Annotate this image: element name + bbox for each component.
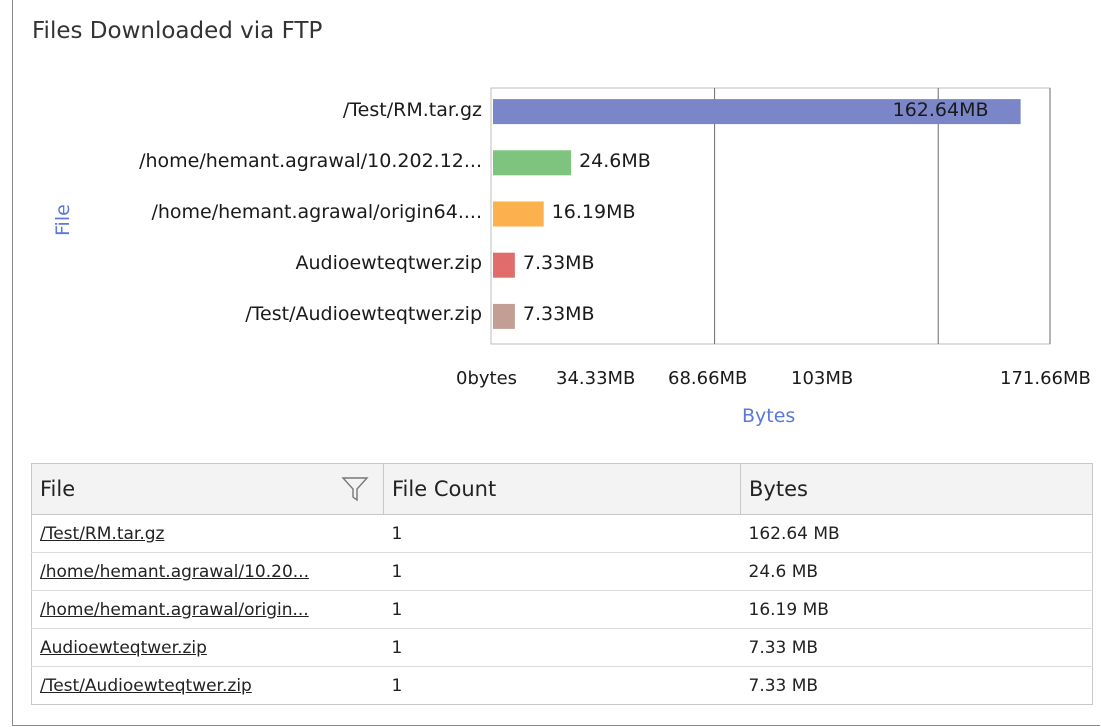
column-header-bytes[interactable]: Bytes	[740, 463, 1093, 515]
category-label: /Test/Audioewteqtwer.zip	[245, 303, 482, 326]
file-count-cell: 1	[383, 514, 741, 553]
bytes-cell: 7.33 MB	[740, 628, 1093, 667]
file-count-cell: 1	[383, 628, 741, 667]
x-axis-label: Bytes	[742, 405, 796, 427]
file-cell: Audioewteqtwer.zip	[31, 628, 384, 667]
table-row: /home/hemant.agrawal/origin... 1 16.19 MB	[31, 590, 1093, 629]
file-count-cell: 1	[383, 590, 741, 629]
category-label: /home/hemant.agrawal/10.202.12...	[139, 149, 482, 172]
table-row: /home/hemant.agrawal/10.20... 1 24.6 MB	[31, 552, 1093, 591]
file-cell: /home/hemant.agrawal/origin...	[31, 590, 384, 629]
files-table: File File Count Bytes /Test/RM.tar.gz 1 16…	[31, 463, 1093, 705]
data-label: 7.33MB	[522, 303, 595, 326]
chart-svg	[490, 87, 1051, 345]
data-label: 7.33MB	[522, 252, 595, 275]
column-header-file-label: File	[40, 477, 76, 501]
x-tick-label: 0bytes	[456, 368, 518, 389]
table-header-row: File File Count Bytes	[31, 463, 1093, 515]
file-link[interactable]: /home/hemant.agrawal/origin...	[40, 600, 309, 620]
bytes-cell: 7.33 MB	[748, 675, 819, 696]
x-tick-label: 68.66MB	[668, 368, 748, 389]
table-row: /Test/RM.tar.gz 1 162.64 MB	[31, 514, 1093, 553]
bar[interactable]	[493, 201, 544, 227]
file-link[interactable]: Audioewteqtwer.zip	[40, 638, 207, 658]
bar[interactable]	[493, 150, 572, 176]
file-link[interactable]: /Test/Audioewteqtwer.zip	[40, 676, 252, 696]
column-header-file[interactable]: File	[31, 463, 384, 515]
data-label: 24.6MB	[579, 149, 651, 172]
category-label: Audioewteqtwer.zip	[295, 252, 482, 275]
file-cell: /home/hemant.agrawal/10.20...	[31, 552, 384, 591]
file-cell: /Test/RM.tar.gz	[31, 514, 384, 553]
table-body: /Test/RM.tar.gz 1 162.64 MB/home/hemant.ag…	[31, 514, 1093, 705]
bar[interactable]	[493, 303, 515, 329]
column-header-file-count[interactable]: File Count	[383, 463, 741, 515]
x-tick-label: 103MB	[791, 368, 854, 389]
category-label: /home/hemant.agrawal/origin64....	[151, 201, 482, 223]
bytes-cell: 16.19 MB	[740, 590, 1093, 629]
filter-icon[interactable]	[341, 476, 369, 502]
file-link[interactable]: /Test/RM.tar.gz	[40, 524, 164, 544]
x-tick-label: 34.33MB	[556, 368, 636, 389]
data-label: 16.19MB	[551, 201, 636, 223]
file-cell: /Test/Audioewteqtwer.zip	[32, 667, 384, 705]
bytes-cell: 162.64 MB	[740, 514, 1093, 553]
bytes-cell: 24.6 MB	[740, 552, 1093, 591]
table-row: /Test/Audioewteqtwer.zip 1 7.33 MB	[32, 667, 1093, 705]
file-count-cell: 1	[383, 552, 741, 591]
y-axis-label: File	[52, 204, 74, 236]
file-link[interactable]: /home/hemant.agrawal/10.20...	[40, 562, 309, 582]
table-row: Audioewteqtwer.zip 1 7.33 MB	[31, 628, 1093, 667]
x-tick-label: 171.66MB	[1000, 368, 1091, 389]
bar[interactable]	[493, 252, 515, 278]
file-count-cell: 1	[391, 675, 403, 696]
data-label: 162.64MB	[892, 98, 989, 121]
category-label: /Test/RM.tar.gz	[342, 98, 482, 121]
